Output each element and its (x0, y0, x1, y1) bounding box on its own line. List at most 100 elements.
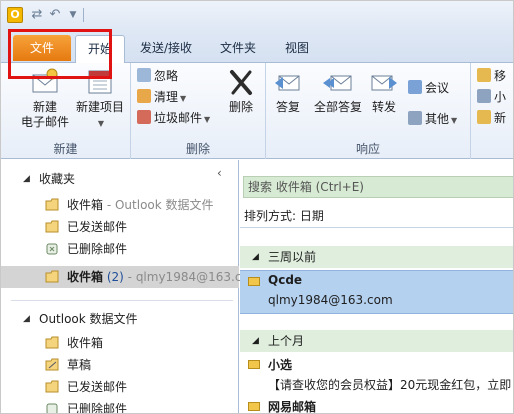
group-label: 上个月 (268, 334, 305, 348)
inbox-folder-icon (45, 336, 59, 349)
collapse-triangle-icon: ◢ (252, 252, 259, 262)
message-sender: 网易邮箱 (268, 400, 317, 414)
ignore-label: 忽略 (154, 69, 179, 83)
nav-item-drafts[interactable]: 草稿 (1, 354, 239, 376)
quick-step-3-label: 新 (494, 111, 507, 125)
clean-up-label: 清理 (154, 90, 179, 104)
new-items-label: 新建项目 (75, 100, 124, 114)
navigation-pane: ‹ ◢ 收藏夹 收件箱 - Outlook 数据文件 已发送邮件 已删除邮件 收… (1, 160, 242, 414)
quick-step-1[interactable]: 移 (477, 66, 506, 86)
message-sender: Qcde (268, 273, 303, 287)
nav-item-label: 收件箱 (67, 198, 104, 212)
collapse-triangle-icon: ◢ (252, 336, 259, 346)
quick-step-2[interactable]: 小 (477, 87, 506, 107)
nav-divider (11, 300, 233, 301)
expand-triangle-icon: ◢ (23, 314, 30, 324)
meeting-icon (408, 80, 422, 94)
quick-step-1-label: 移 (494, 69, 507, 83)
favorites-header-label: 收藏夹 (39, 172, 76, 186)
message-group-header[interactable]: ◢ 三周以前 (240, 246, 513, 268)
message-list-pane: 搜索 收件箱 (Ctrl+E) 排列方式: 日期 ◢ 三周以前 Qcde qlm… (240, 160, 513, 414)
inbox-folder-icon (45, 270, 59, 283)
unread-count: (2) (106, 270, 124, 284)
nav-item-label: 收件箱 (67, 270, 104, 284)
quick-step-3[interactable]: 新 (477, 108, 506, 128)
more-icon (408, 111, 422, 125)
toolbar-separator (83, 8, 84, 22)
nav-item-label: 已删除邮件 (67, 242, 128, 256)
search-input[interactable]: 搜索 收件箱 (Ctrl+E) (243, 176, 513, 198)
more-button[interactable]: 其他 ▼ (408, 109, 457, 129)
reply-icon (275, 75, 300, 91)
create-new-icon (477, 110, 491, 124)
reply-label: 答复 (275, 100, 300, 114)
message-preview: 【请查收您的会员权益】20元现金红包，立即 (268, 378, 512, 392)
tab-folder[interactable]: 文件夹 (211, 35, 265, 61)
chevron-down-icon: ▼ (204, 115, 211, 124)
outlook-window: O ⇄ ↶ ▼ 文件 开始 发送/接收 文件夹 视图 新建 电子邮件 新建项目 … (0, 0, 514, 414)
tab-send-receive[interactable]: 发送/接收 (133, 35, 199, 61)
unread-envelope-icon (248, 402, 260, 411)
sent-folder-icon (45, 380, 59, 393)
data-file-header[interactable]: ◢ Outlook 数据文件 (1, 308, 239, 330)
unread-envelope-icon (248, 277, 260, 286)
clean-up-button[interactable]: 清理 ▼ (137, 87, 186, 107)
nav-item-deleted[interactable]: 已删除邮件 (1, 398, 239, 414)
clean-up-icon (137, 89, 151, 103)
reply-all-button[interactable]: 全部答复 (310, 67, 366, 115)
ignore-button[interactable]: 忽略 (137, 66, 178, 86)
group-delete-label: 删除 (185, 142, 210, 156)
quick-access-toolbar: O ⇄ ↶ ▼ (1, 1, 513, 29)
team-email-icon (477, 89, 491, 103)
chevron-down-icon: ▼ (451, 116, 458, 125)
message-item[interactable]: 网易邮箱 (240, 398, 513, 414)
nav-item-label: 已删除邮件 (67, 402, 128, 414)
meeting-button[interactable]: 会议 (408, 78, 449, 98)
delete-button[interactable]: 删除 (223, 67, 259, 115)
nav-item-suffix: - qlmy1984@163.c (127, 270, 242, 284)
inbox-folder-icon (45, 198, 59, 211)
nav-item-suffix: - Outlook 数据文件 (106, 198, 214, 212)
nav-item-label: 草稿 (67, 358, 92, 372)
customize-toolbar-icon[interactable]: ▼ (65, 7, 81, 23)
tab-view[interactable]: 视图 (275, 35, 319, 61)
forward-button[interactable]: 转发 (366, 67, 402, 115)
nav-item-favorite-inbox-163[interactable]: 收件箱 (2) - qlmy1984@163.c (1, 266, 242, 288)
nav-item-favorite-inbox[interactable]: 收件箱 - Outlook 数据文件 (1, 194, 239, 216)
favorites-header[interactable]: ◢ 收藏夹 (1, 168, 239, 190)
chevron-down-icon: ▼ (97, 119, 105, 128)
ignore-icon (137, 68, 151, 82)
deleted-items-icon (46, 403, 58, 413)
chevron-down-icon: ▼ (180, 94, 187, 103)
message-item[interactable]: Qcde qlmy1984@163.com (240, 270, 513, 314)
group-respond: 答复 全部答复 转发 会议 其他 ▼ 响应 (266, 63, 471, 159)
move-to-icon (477, 68, 491, 82)
group-label: 三周以前 (268, 250, 317, 264)
nav-item-label: 收件箱 (67, 336, 104, 350)
sort-by-bar[interactable]: 排列方式: 日期 (240, 204, 513, 228)
message-group-header[interactable]: ◢ 上个月 (240, 330, 513, 352)
group-new-label: 新建 (53, 142, 78, 156)
expand-triangle-icon: ◢ (23, 174, 30, 184)
message-preview: qlmy1984@163.com (268, 293, 393, 307)
reply-button[interactable]: 答复 (270, 67, 306, 115)
junk-button[interactable]: 垃圾邮件 ▼ (137, 108, 210, 128)
outlook-logo-icon: O (7, 7, 23, 23)
nav-item-label: 已发送邮件 (67, 380, 128, 394)
send-receive-all-icon[interactable]: ⇄ (29, 7, 45, 23)
nav-item-favorite-deleted[interactable]: 已删除邮件 (1, 238, 239, 260)
new-email-label-2: 电子邮件 (20, 115, 69, 129)
deleted-items-icon (46, 243, 58, 255)
reply-all-label: 全部答复 (313, 100, 362, 114)
delete-x-icon (230, 70, 252, 95)
quick-step-2-label: 小 (494, 90, 507, 104)
drafts-folder-icon (45, 358, 59, 371)
undo-icon[interactable]: ↶ (47, 7, 63, 23)
message-item[interactable]: 小选 【请查收您的会员权益】20元现金红包，立即 (240, 354, 513, 398)
nav-item-sent[interactable]: 已发送邮件 (1, 376, 239, 398)
nav-item-inbox[interactable]: 收件箱 (1, 332, 239, 354)
more-label: 其他 (425, 112, 450, 126)
message-sender: 小选 (268, 358, 293, 372)
group-respond-label: 响应 (355, 142, 380, 156)
nav-item-favorite-sent[interactable]: 已发送邮件 (1, 216, 239, 238)
